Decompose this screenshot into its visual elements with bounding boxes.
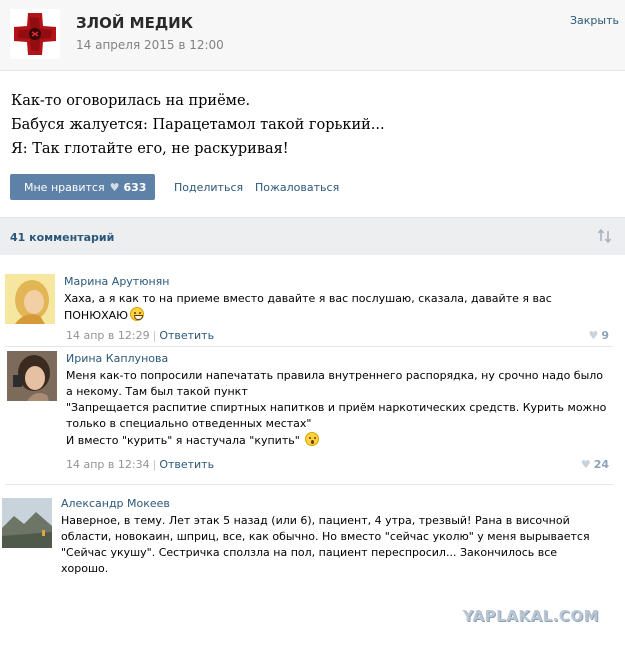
avatar[interactable] <box>2 498 52 548</box>
comment-text-line: ПОНЮХАЮ <box>64 307 552 324</box>
comments-count[interactable]: 41 комментарий <box>10 231 114 244</box>
comment-like-count: 9 <box>601 329 609 342</box>
post-date[interactable]: 14 апреля 2015 в 12:00 <box>76 38 224 52</box>
comment-text-fragment: И вместо "курить" я настучала "купить" <box>66 434 300 447</box>
separator: | <box>152 329 157 342</box>
comment-like-count: 24 <box>593 458 609 471</box>
sort-arrows-icon[interactable] <box>597 228 613 244</box>
comment-text-line: Наверное, в тему. Лет этак 5 назад (или … <box>61 514 570 527</box>
comment-text-line: а некому. Там был такой пункт <box>66 385 248 398</box>
comment-like-button[interactable]: ♥ 9 <box>588 329 609 342</box>
comment-text-line: "Запрещается распитие спиртных напитков … <box>66 401 607 414</box>
report-link[interactable]: Пожаловаться <box>255 181 339 194</box>
comment-author[interactable]: Ирина Каплунова <box>66 352 168 365</box>
comment-item: Ирина Каплунова Меня как-то попросили на… <box>0 348 625 478</box>
comment-text-line: Меня как-то попросили напечатать правила… <box>66 369 604 382</box>
divider <box>5 484 613 485</box>
heart-icon: ♥ <box>109 180 120 194</box>
reply-link[interactable]: Ответить <box>159 458 214 471</box>
like-button[interactable]: Мне нравится ♥ 633 <box>10 174 155 200</box>
post-text: Как-то оговорилась на приёме. Бабуся жал… <box>11 89 385 161</box>
surprised-emoji-icon <box>305 432 320 446</box>
comment-meta: 14 апр в 12:34 | Ответить <box>66 458 214 471</box>
avatar[interactable] <box>5 274 55 324</box>
post-text-line: Как-то оговорилась на приёме. <box>11 93 251 109</box>
comment-text-line: "Сейчас укушу". Сестричка сползла на пол… <box>61 546 558 559</box>
comment-author[interactable]: Марина Арутюнян <box>64 275 169 288</box>
close-button[interactable]: Закрыть <box>570 14 619 27</box>
divider <box>5 346 613 347</box>
comment-meta: 14 апр в 12:29 | Ответить <box>66 329 214 342</box>
comments-bar: 41 комментарий <box>0 217 625 255</box>
comment-text-line: И вместо "курить" я настучала "купить" <box>66 432 606 449</box>
heart-icon: ♥ <box>580 458 591 471</box>
comment-text-fragment: ПОНЮХАЮ <box>64 309 129 322</box>
comment-text-line: хорошо. <box>61 562 109 575</box>
comment-item: Александр Мокеев Наверное, в тему. Лет э… <box>0 493 625 593</box>
comment-author[interactable]: Александр Мокеев <box>61 497 170 510</box>
group-avatar[interactable] <box>10 9 60 59</box>
post-header: ЗЛОЙ МЕДИК 14 апреля 2015 в 12:00 Закрыт… <box>0 0 625 71</box>
comment-item: Марина Арутюнян Хаха, а я как то на прие… <box>0 271 625 346</box>
comment-date[interactable]: 14 апр в 12:29 <box>66 329 150 342</box>
grinning-emoji-icon <box>130 307 145 321</box>
medical-cross-logo-icon <box>10 9 60 59</box>
watermark: YAPLAKAL.COM <box>462 607 599 625</box>
comment-text: Хаха, а я как то на приеме вместо давайт… <box>64 291 552 324</box>
like-count: 633 <box>123 180 147 194</box>
comment-text: Меня как-то попросили напечатать правила… <box>66 368 606 449</box>
share-link[interactable]: Поделиться <box>174 181 243 194</box>
post-text-line: Бабуся жалуется: Парацетамол такой горьк… <box>11 117 385 133</box>
heart-icon: ♥ <box>588 329 599 342</box>
comment-like-button[interactable]: ♥ 24 <box>581 458 609 471</box>
comment-text-line: области, новокаин, шприц, все, как обычн… <box>61 530 590 543</box>
group-name[interactable]: ЗЛОЙ МЕДИК <box>76 14 193 32</box>
reply-link[interactable]: Ответить <box>159 329 214 342</box>
comment-text-line: только в специально отведенных местах" <box>66 417 312 430</box>
comment-date[interactable]: 14 апр в 12:34 <box>66 458 150 471</box>
like-button-label: Мне нравится <box>24 180 105 194</box>
separator: | <box>152 458 157 471</box>
post-text-line: Я: Так глотайте его, не раскуривая! <box>11 141 289 157</box>
comment-text-line: Хаха, а я как то на приеме вместо давайт… <box>64 292 552 305</box>
avatar[interactable] <box>7 351 57 401</box>
comment-text: Наверное, в тему. Лет этак 5 назад (или … <box>61 513 590 577</box>
